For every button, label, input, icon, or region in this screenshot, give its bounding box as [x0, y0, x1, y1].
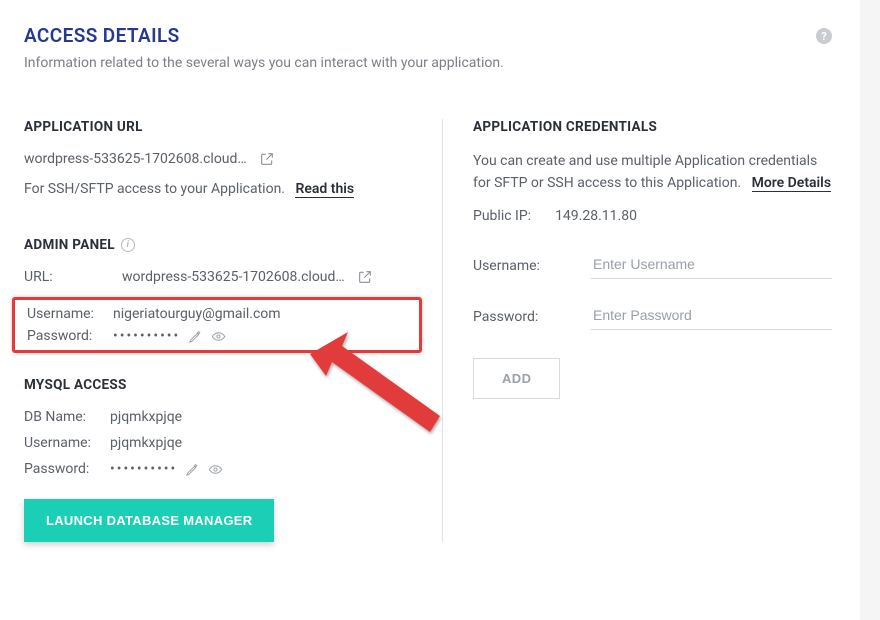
credentials-description: You can create and use multiple Applicat…	[473, 151, 832, 194]
mysql-username-label: Username:	[24, 435, 110, 451]
admin-url-label: URL:	[24, 269, 110, 285]
application-credentials-heading: APPLICATION CREDENTIALS	[473, 119, 832, 135]
mysql-access-heading: MYSQL ACCESS	[24, 377, 422, 393]
launch-database-manager-button[interactable]: LAUNCH DATABASE MANAGER	[24, 499, 274, 542]
info-icon[interactable]: i	[121, 238, 135, 252]
more-details-link[interactable]: More Details	[752, 175, 831, 192]
credentials-password-label: Password:	[473, 309, 591, 325]
application-url-heading: APPLICATION URL	[24, 119, 422, 135]
credentials-password-input[interactable]	[591, 303, 832, 330]
admin-username-label: Username:	[27, 306, 113, 322]
external-link-icon[interactable]	[259, 151, 275, 167]
mysql-username-value: pjqmkxpjqe	[110, 435, 182, 451]
add-button[interactable]: ADD	[473, 358, 560, 399]
mysql-dbname-value: pjqmkxpjqe	[110, 409, 182, 425]
pencil-icon[interactable]	[188, 329, 203, 344]
public-ip-label: Public IP:	[473, 208, 531, 224]
page-subtitle: Information related to the several ways …	[24, 55, 832, 71]
admin-password-label: Password:	[27, 328, 113, 344]
read-this-link[interactable]: Read this	[295, 181, 354, 198]
admin-password-value: ••••••••••	[113, 328, 180, 344]
pencil-icon[interactable]	[185, 462, 200, 477]
mysql-password-value: ••••••••••	[110, 461, 177, 477]
eye-icon[interactable]	[211, 329, 226, 344]
mysql-password-label: Password:	[24, 461, 110, 477]
page-title: ACCESS DETAILS	[24, 24, 832, 47]
admin-username-value: nigeriatourguy@gmail.com	[113, 306, 281, 322]
mysql-dbname-label: DB Name:	[24, 409, 110, 425]
page-header: ACCESS DETAILS Information related to th…	[24, 24, 832, 71]
admin-url-value: wordpress-533625-1702608.cloud…	[122, 269, 345, 285]
external-link-icon[interactable]	[357, 269, 373, 285]
admin-credentials-highlight: Username: nigeriatourguy@gmail.com Passw…	[12, 297, 422, 353]
eye-icon[interactable]	[208, 462, 223, 477]
credentials-username-input[interactable]	[591, 252, 832, 279]
application-url-value: wordpress-533625-1702608.cloud…	[24, 151, 247, 167]
public-ip-value: 149.28.11.80	[555, 208, 637, 224]
sftp-note: For SSH/SFTP access to your Application.…	[24, 181, 422, 197]
help-icon[interactable]: ?	[816, 28, 832, 44]
admin-panel-heading: ADMIN PANEL i	[24, 237, 422, 253]
credentials-username-label: Username:	[473, 258, 591, 274]
